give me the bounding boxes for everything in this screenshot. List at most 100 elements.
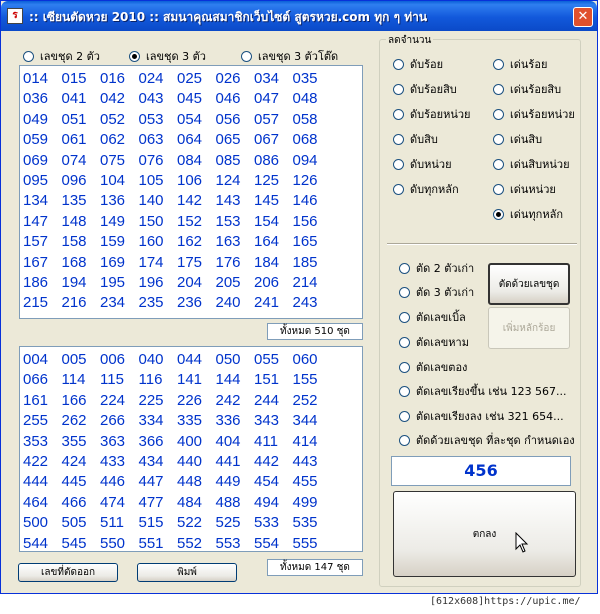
radio-button[interactable]	[399, 410, 410, 422]
number-cell: 196	[138, 273, 164, 291]
radio-button[interactable]	[493, 208, 504, 220]
number-cell: 052	[100, 110, 126, 128]
cut-option-3[interactable]: ตัดเลขหาม	[399, 333, 469, 351]
reduce-right-option-label: เด่นทุกหลัก	[510, 208, 563, 221]
number-cell: 424	[61, 452, 87, 470]
reduce-left-option-1[interactable]: ดับร้อยสิบ	[393, 80, 457, 98]
number-cell: 163	[215, 233, 241, 251]
number-cell: 069	[23, 151, 49, 169]
reduce-right-option-label: เด่นหน่วย	[510, 183, 556, 196]
number-cell: 161	[23, 391, 49, 409]
radio-button[interactable]	[399, 336, 410, 348]
radio-button[interactable]	[23, 50, 34, 62]
radio-button[interactable]	[399, 434, 410, 446]
cut-option-label: ตัดเลขเบิ้ล	[416, 311, 466, 324]
number-cell: 026	[215, 70, 241, 87]
number-cell: 166	[61, 391, 87, 409]
number-cell: 411	[254, 432, 278, 450]
radio-button[interactable]	[241, 50, 252, 62]
cut-by-set-button[interactable]: ตัดด้วยเลขชุด	[488, 263, 570, 305]
radio-button[interactable]	[493, 183, 504, 195]
number-cell: 047	[254, 90, 280, 108]
cut-option-5[interactable]: ตัดเลขเรียงขึ้น เช่น 123 567...	[399, 382, 567, 400]
cut-option-6[interactable]: ตัดเลขเรียงลง เช่น 321 654...	[399, 407, 564, 425]
number-cell: 343	[254, 412, 280, 430]
number-cell: 494	[254, 493, 280, 511]
number-cell: 464	[23, 493, 49, 511]
number-cell: 499	[292, 493, 318, 511]
radio-button[interactable]	[493, 158, 504, 170]
number-cell: 555	[292, 534, 318, 552]
radio-button[interactable]	[493, 83, 504, 95]
radio-button[interactable]	[393, 58, 404, 70]
radio-button[interactable]	[129, 50, 140, 62]
number-cell: 448	[177, 473, 203, 491]
radio-button[interactable]	[493, 108, 504, 120]
number-cell: 114	[61, 371, 86, 389]
number-cell: 015	[61, 70, 87, 87]
number-cell: 235	[138, 294, 164, 312]
cut-numbers-button[interactable]: เลขที่ตัดออก	[18, 563, 118, 582]
number-cell: 145	[254, 192, 280, 210]
cut-option-4[interactable]: ตัดเลขตอง	[399, 358, 467, 376]
number-cell: 336	[215, 412, 241, 430]
reduce-right-option-3[interactable]: เด่นสิบ	[493, 130, 542, 148]
reduce-right-option-4[interactable]: เด่นสิบหน่วย	[493, 155, 570, 173]
title-bar[interactable]: ร :: เซียนตัดหวย 2010 :: สมนาคุณสมาชิกเว…	[1, 1, 597, 31]
mouse-cursor-icon	[515, 532, 529, 553]
reduce-left-option-4[interactable]: ดับหน่วย	[393, 155, 452, 173]
number-cell: 144	[215, 371, 241, 389]
number-cell: 146	[292, 192, 318, 210]
number-cell: 234	[100, 294, 126, 312]
number-cell: 106	[177, 171, 203, 189]
radio-button[interactable]	[393, 83, 404, 95]
number-cell: 005	[61, 351, 87, 368]
number-cell: 440	[177, 452, 203, 470]
radio-button[interactable]	[399, 286, 410, 298]
radio-button[interactable]	[493, 58, 504, 70]
radio-button[interactable]	[393, 108, 404, 120]
reduce-right-option-2[interactable]: เด่นร้อยหน่วย	[493, 105, 575, 123]
cut-option-0[interactable]: ตัด 2 ตัวเก่า	[399, 259, 474, 277]
reduce-right-option-5[interactable]: เด่นหน่วย	[493, 180, 556, 198]
reduce-left-option-2[interactable]: ดับร้อยหน่วย	[393, 105, 470, 123]
radio-button[interactable]	[393, 158, 404, 170]
add-hundreds-button: เพิ่มหลักร้อย	[488, 307, 570, 349]
number-cell: 445	[61, 473, 87, 491]
number-cell: 055	[254, 351, 280, 368]
number-cell: 126	[292, 171, 318, 189]
number-cell: 115	[100, 371, 124, 389]
reduce-right-option-1[interactable]: เด่นร้อยสิบ	[493, 80, 561, 98]
reduce-left-option-label: ดับทุกหลัก	[410, 183, 459, 196]
number-cell: 124	[215, 171, 241, 189]
reduce-group-legend: ลดจำนวน	[386, 33, 434, 48]
reduce-right-option-0[interactable]: เด่นร้อย	[493, 55, 547, 73]
top-option-0[interactable]: เลขชุด 2 ตัว	[23, 47, 100, 65]
number-cell: 484	[177, 493, 203, 511]
cut-option-2[interactable]: ตัดเลขเบิ้ล	[399, 308, 466, 326]
print-button[interactable]: พิมพ์	[137, 563, 237, 582]
top-option-2[interactable]: เลขชุด 3 ตัวโต๊ด	[241, 47, 338, 65]
upper-number-list[interactable]: 014 015 016 024 025 026 034 035 036 041 042 043 045 0…	[19, 65, 363, 319]
radio-button[interactable]	[393, 133, 404, 145]
cut-option-7[interactable]: ตัดด้วยเลขชุด ที่ละชุด กำหนดเอง	[399, 431, 575, 449]
reduce-right-option-label: เด่นร้อยสิบ	[510, 83, 562, 96]
radio-button[interactable]	[399, 311, 410, 323]
reduce-right-option-6[interactable]: เด่นทุกหลัก	[493, 205, 563, 223]
number-cell: 060	[292, 351, 318, 368]
reduce-left-option-0[interactable]: ดับร้อย	[393, 55, 443, 73]
lower-number-list[interactable]: 004 005 006 040 044 050 055 060 066 114 115 116 141 1…	[19, 346, 363, 552]
radio-button[interactable]	[493, 133, 504, 145]
radio-button[interactable]	[399, 385, 410, 397]
reduce-left-option-5[interactable]: ดับทุกหลัก	[393, 180, 459, 198]
radio-button[interactable]	[399, 361, 410, 373]
cut-option-1[interactable]: ตัด 3 ตัวเก่า	[399, 283, 474, 301]
radio-button[interactable]	[399, 262, 410, 274]
radio-button[interactable]	[393, 183, 404, 195]
reduce-left-option-3[interactable]: ดับสิบ	[393, 130, 438, 148]
number-cell: 400	[177, 432, 203, 450]
top-option-1[interactable]: เลขชุด 3 ตัว	[129, 47, 206, 65]
number-cell: 094	[292, 151, 318, 169]
close-button[interactable]: ✕	[573, 7, 593, 27]
ok-button[interactable]: ตกลง	[393, 491, 576, 577]
